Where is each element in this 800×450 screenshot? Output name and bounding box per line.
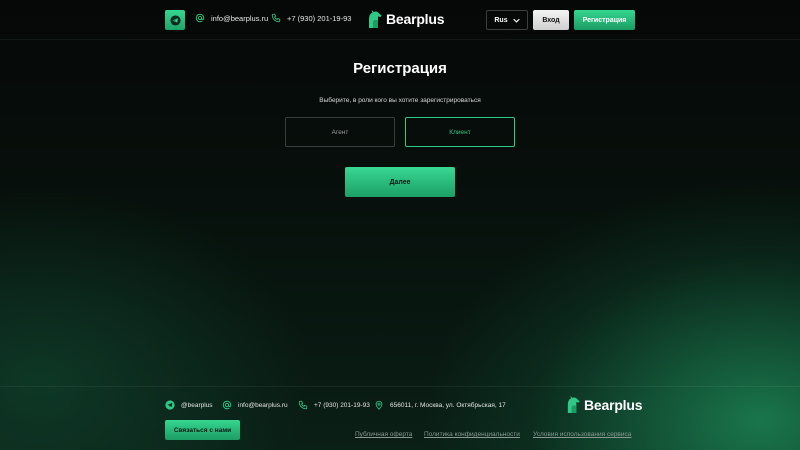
at-sign-icon: [195, 13, 205, 23]
telegram-icon: [169, 14, 181, 26]
footer-phone-text: +7 (930) 201-19-93: [314, 401, 370, 409]
next-button[interactable]: Далее: [345, 167, 455, 197]
telegram-button[interactable]: [165, 10, 185, 30]
language-label: Rus: [494, 16, 508, 24]
phone-icon: [271, 13, 281, 23]
bear-logo-icon: [369, 10, 382, 28]
header-phone[interactable]: +7 (930) 201-19-93: [271, 13, 351, 23]
footer-divider: [0, 386, 800, 387]
footer-link-privacy[interactable]: Политика конфиденциальности: [424, 431, 520, 438]
language-selector[interactable]: Rus: [486, 10, 528, 30]
bear-logo-icon: [567, 396, 580, 413]
footer-telegram-text: @bearplus: [181, 401, 213, 409]
at-sign-icon: [222, 400, 232, 410]
role-option-agent[interactable]: Агент: [285, 117, 395, 147]
footer-address: 656011, г. Москва, ул. Октябрьская, 17: [374, 400, 506, 410]
footer-address-text: 656011, г. Москва, ул. Октябрьская, 17: [390, 401, 506, 409]
header-logo[interactable]: Bearplus: [366, 9, 445, 29]
chevron-down-icon: [512, 18, 520, 23]
role-option-client[interactable]: Клиент: [405, 117, 515, 147]
contact-us-button[interactable]: Связаться с нами: [165, 420, 240, 440]
footer-link-offer[interactable]: Публичная оферта: [355, 431, 412, 438]
login-button[interactable]: Вход: [533, 10, 569, 30]
footer-phone[interactable]: +7 (930) 201-19-93: [298, 400, 370, 410]
header-logo-text: Bearplus: [386, 11, 445, 27]
site-header: info@bearplus.ru +7 (930) 201-19-93 Bear…: [0, 0, 800, 40]
site-footer: @bearplus info@bearplus.ru +7 (930) 201-…: [0, 0, 800, 440]
page-title: Регистрация: [353, 60, 447, 77]
footer-link-terms[interactable]: Условия использования сервиса: [533, 431, 631, 438]
header-email-text: info@bearplus.ru: [211, 13, 269, 23]
footer-logo[interactable]: Bearplus: [565, 395, 643, 414]
footer-email[interactable]: info@bearplus.ru: [222, 400, 288, 410]
location-pin-icon: [375, 400, 383, 410]
telegram-icon: [165, 400, 175, 410]
header-phone-text: +7 (930) 201-19-93: [287, 13, 352, 23]
footer-logo-text: Bearplus: [584, 396, 643, 413]
phone-icon: [298, 400, 308, 410]
role-prompt: Выберите, в роли кого вы хотите зарегист…: [319, 97, 481, 104]
footer-telegram[interactable]: @bearplus: [165, 400, 213, 410]
footer-email-text: info@bearplus.ru: [238, 401, 288, 409]
register-button[interactable]: Регистрация: [574, 10, 635, 30]
header-email[interactable]: info@bearplus.ru: [195, 13, 268, 23]
